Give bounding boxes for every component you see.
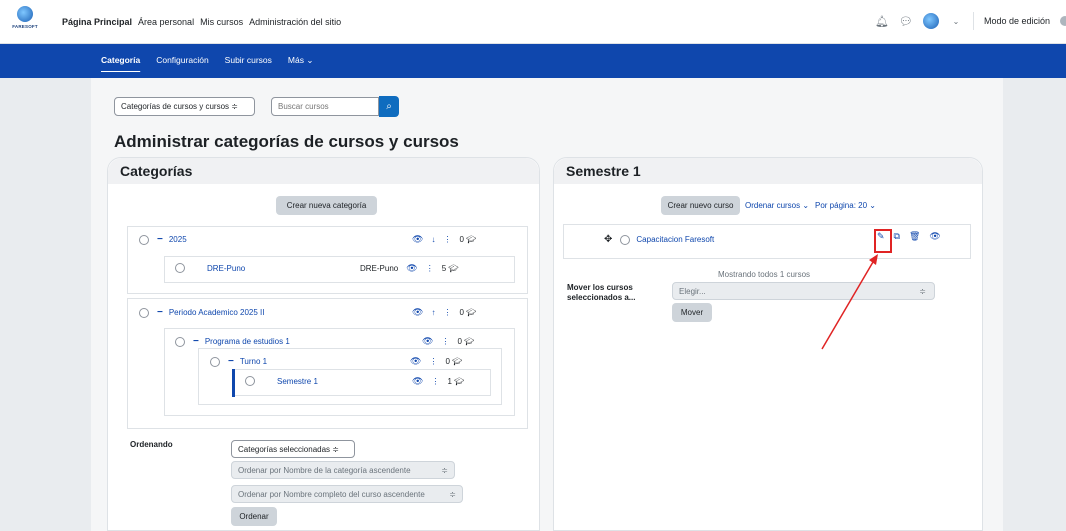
- annotation-arrow: [821, 254, 878, 350]
